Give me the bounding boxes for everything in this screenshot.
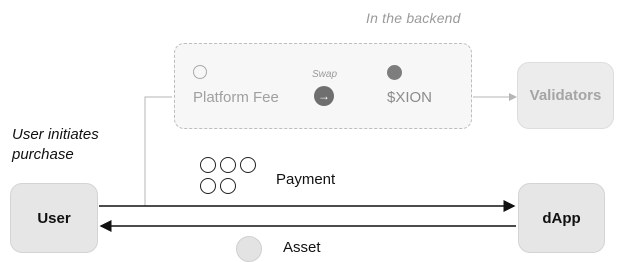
payment-label: Payment — [276, 171, 336, 188]
dapp-label: dApp — [542, 209, 581, 227]
xion-token-label: $XION — [387, 89, 433, 106]
swap-label: Swap — [312, 69, 338, 80]
payment-coin-icon — [220, 157, 236, 173]
xion-coin-icon — [387, 65, 402, 80]
payment-coin-icon — [240, 157, 256, 173]
user-node: User — [10, 183, 98, 253]
asset-label: Asset — [283, 239, 321, 256]
dapp-node: dApp — [518, 183, 605, 253]
validators-node: Validators — [517, 62, 614, 129]
platform-fee-label: Platform Fee — [193, 89, 279, 106]
user-label: User — [37, 209, 71, 227]
backend-caption: In the backend — [366, 10, 461, 26]
user-initiates-line1: User initiates — [12, 126, 99, 143]
validators-label: Validators — [529, 87, 602, 104]
platform-fee-coin-icon — [193, 65, 207, 79]
user-to-backend-connector — [144, 96, 172, 206]
swap-arrow-icon: → — [314, 86, 334, 106]
user-initiates-line2: purchase — [12, 146, 74, 163]
user-initiates-text: User initiates purchase — [12, 125, 99, 165]
asset-icon — [236, 236, 262, 262]
payment-coin-icon — [200, 178, 216, 194]
payment-coin-icon — [200, 157, 216, 173]
payment-coin-icon — [220, 178, 236, 194]
